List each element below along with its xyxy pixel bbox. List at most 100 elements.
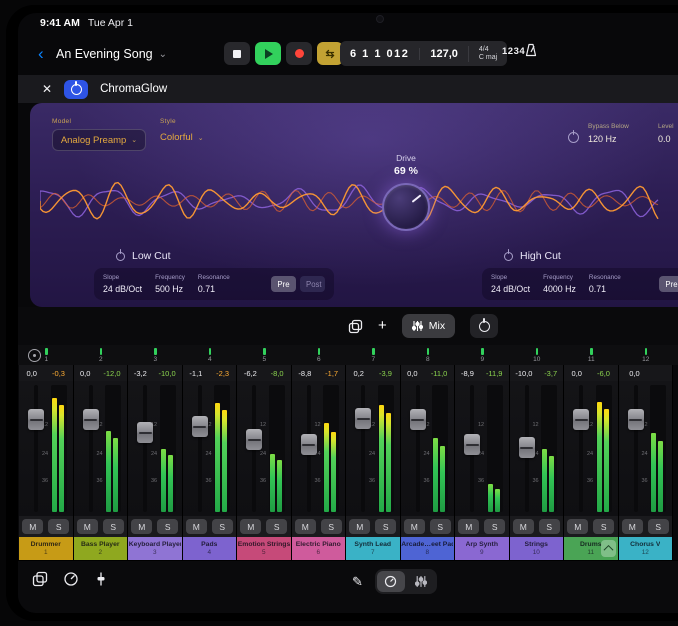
fader-handle[interactable] <box>464 434 480 455</box>
mix-toggle-button[interactable]: Mix <box>402 314 455 338</box>
mute-button[interactable]: M <box>240 519 261 534</box>
collapse-chevron-icon[interactable] <box>601 540 616 557</box>
add-track-button[interactable]: + <box>378 319 387 333</box>
channel-name-block[interactable]: Pads4 <box>183 537 237 560</box>
track-number-cell[interactable]: 7 <box>346 345 401 365</box>
mixer-power-button[interactable] <box>470 314 498 338</box>
track-number-cell[interactable]: 9 <box>455 345 510 365</box>
channel-name-block[interactable]: Electric Piano6 <box>292 537 346 560</box>
fader-handle[interactable] <box>628 409 644 430</box>
solo-button[interactable]: S <box>266 519 287 534</box>
fader-view-button[interactable] <box>94 571 108 587</box>
solo-button[interactable]: S <box>103 519 124 534</box>
channel-name-block[interactable]: Bass Player2 <box>74 537 128 560</box>
fader-handle[interactable] <box>246 429 262 450</box>
solo-button[interactable]: S <box>375 519 396 534</box>
fader-track[interactable] <box>416 385 420 512</box>
track-number-cell[interactable]: 3 <box>128 345 183 365</box>
mute-button[interactable]: M <box>295 519 316 534</box>
channel-name-block[interactable]: Emotion Strings5 <box>237 537 291 560</box>
low-cut-post-button[interactable]: Post <box>300 276 325 292</box>
mute-button[interactable]: M <box>77 519 98 534</box>
low-cut-frequency[interactable]: Frequency 500 Hz <box>155 274 185 294</box>
back-chevron-icon[interactable]: ‹ <box>38 43 44 65</box>
low-cut-power-button[interactable] <box>116 252 125 261</box>
close-icon[interactable]: ✕ <box>42 82 52 96</box>
play-button[interactable] <box>255 42 281 65</box>
mute-button[interactable]: M <box>567 519 588 534</box>
track-number-cell[interactable]: 8 <box>401 345 456 365</box>
high-cut-slope[interactable]: Slope 24 dB/Oct <box>491 274 530 294</box>
fader-track[interactable] <box>89 385 93 512</box>
track-number-cell[interactable]: 4 <box>183 345 238 365</box>
channel-name-block[interactable]: Drummer1 <box>19 537 73 560</box>
bypass-power-button[interactable] <box>568 131 579 146</box>
stop-button[interactable] <box>224 42 250 65</box>
track-number-cell[interactable]: 11 <box>564 345 619 365</box>
library-button[interactable] <box>32 571 48 587</box>
metronome-button[interactable] <box>524 43 538 57</box>
fader-handle[interactable] <box>355 408 371 429</box>
model-select[interactable]: Analog Preamp ⌄ <box>52 129 146 151</box>
solo-button[interactable]: S <box>539 519 560 534</box>
edit-pencil-icon[interactable]: ✎ <box>352 574 363 590</box>
track-number-cell[interactable]: 6 <box>292 345 347 365</box>
channel-name-block[interactable]: Keyboard Player3 <box>128 537 182 560</box>
fader-track[interactable] <box>198 385 202 512</box>
fader-handle[interactable] <box>28 409 44 430</box>
track-number-cell[interactable]: 1 <box>19 345 74 365</box>
mute-button[interactable]: M <box>349 519 370 534</box>
solo-button[interactable]: S <box>212 519 233 534</box>
mute-button[interactable]: M <box>513 519 534 534</box>
solo-button[interactable]: S <box>484 519 505 534</box>
fader-handle[interactable] <box>410 409 426 430</box>
mixer-toggle[interactable] <box>407 571 435 592</box>
channel-name-block[interactable]: Synth Lead7 <box>346 537 400 560</box>
solo-button[interactable]: S <box>593 519 614 534</box>
fader-handle[interactable] <box>573 409 589 430</box>
record-button[interactable] <box>286 42 312 65</box>
channel-name-block[interactable]: Arp Synth9 <box>455 537 509 560</box>
fader-handle[interactable] <box>519 437 535 458</box>
fader-track[interactable] <box>143 385 147 512</box>
solo-button[interactable]: S <box>430 519 451 534</box>
song-title-menu[interactable]: An Evening Song ⌄ <box>56 47 167 61</box>
track-number-cell[interactable]: 5 <box>237 345 292 365</box>
fader-handle[interactable] <box>137 422 153 443</box>
duplicate-button[interactable] <box>348 319 363 334</box>
style-select[interactable]: Colorful ⌄ <box>160 132 204 143</box>
controls-button[interactable] <box>63 571 79 587</box>
high-cut-pre-button[interactable]: Pre <box>659 276 678 292</box>
fader-track[interactable] <box>634 385 638 512</box>
mute-button[interactable]: M <box>404 519 425 534</box>
mute-button[interactable]: M <box>22 519 43 534</box>
solo-button[interactable]: S <box>321 519 342 534</box>
track-number-cell[interactable]: 2 <box>74 345 129 365</box>
fader-handle[interactable] <box>192 416 208 437</box>
track-number-cell[interactable]: 12 <box>619 345 674 365</box>
meters-toggle[interactable] <box>377 571 405 592</box>
bypass-below-control[interactable]: Bypass Below 120 Hz <box>588 123 629 144</box>
mute-button[interactable]: M <box>622 519 643 534</box>
track-number-cell[interactable]: 10 <box>510 345 565 365</box>
fader-handle[interactable] <box>301 434 317 455</box>
channel-name-block[interactable]: Drums11 <box>564 537 618 560</box>
low-cut-slope[interactable]: Slope 24 dB/Oct <box>103 274 142 294</box>
solo-button[interactable]: S <box>48 519 69 534</box>
solo-button[interactable]: S <box>648 519 669 534</box>
mute-button[interactable]: M <box>186 519 207 534</box>
lcd-display[interactable]: 6 1 1 012 127,0 4/4 C maj <box>340 41 507 66</box>
high-cut-resonance[interactable]: Resonance 0.71 <box>589 274 621 294</box>
fader-handle[interactable] <box>83 409 99 430</box>
low-cut-resonance[interactable]: Resonance 0.71 <box>198 274 230 294</box>
mute-button[interactable]: M <box>131 519 152 534</box>
plugin-power-button[interactable] <box>64 80 88 99</box>
channel-name-block[interactable]: Strings10 <box>510 537 564 560</box>
low-cut-pre-button[interactable]: Pre <box>271 276 296 292</box>
level-control[interactable]: Level 0.0 <box>658 123 674 144</box>
high-cut-frequency[interactable]: Frequency 4000 Hz <box>543 274 576 294</box>
drive-knob[interactable] <box>382 183 430 231</box>
fader-track[interactable] <box>579 385 583 512</box>
high-cut-power-button[interactable] <box>504 252 513 261</box>
fader-track[interactable] <box>34 385 38 512</box>
